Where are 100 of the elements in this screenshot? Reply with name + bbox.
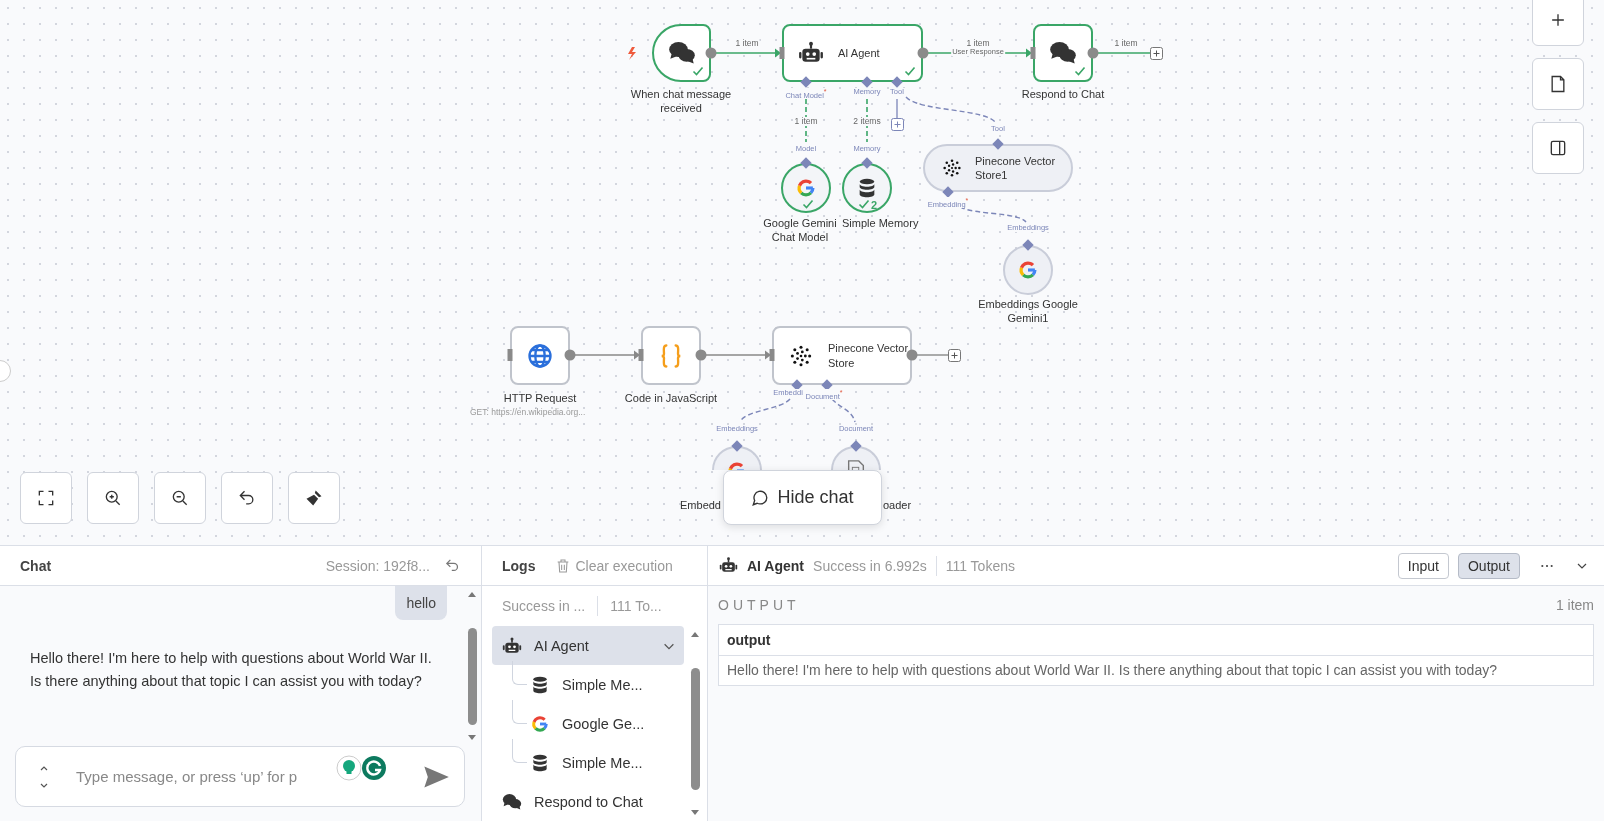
node-label: HTTP Request [502, 391, 578, 406]
connection-line [805, 98, 807, 143]
port-diamond[interactable] [1022, 239, 1034, 251]
document-icon [845, 460, 867, 470]
workflow-node[interactable] [1003, 245, 1053, 295]
hide-chat-button[interactable]: Hide chat [723, 470, 882, 525]
node-name: AI Agent [747, 557, 805, 574]
check-icon [802, 198, 814, 210]
view-tab[interactable]: Output [1457, 552, 1520, 579]
column-header: output [718, 624, 1594, 656]
zoom-out-button[interactable] [154, 472, 206, 524]
sticky-note-button[interactable] [1532, 58, 1584, 110]
connection-line [739, 398, 791, 423]
item-count-label: 1 item [734, 39, 760, 48]
item-count: 1 item [1555, 597, 1594, 613]
port-diamond[interactable] [861, 76, 873, 88]
panel-toggle-button[interactable] [1532, 122, 1584, 174]
port-diamond[interactable] [861, 157, 873, 169]
speech-bubble-icon [751, 488, 770, 507]
message-input[interactable]: Type message, or press ‘up’ for p [76, 768, 326, 785]
connection-line [574, 350, 640, 360]
reset-icon[interactable] [444, 557, 461, 574]
workflow-node[interactable]: Pinecone Vector Store [772, 326, 912, 385]
log-item[interactable]: Respond to Chat [492, 782, 684, 821]
run-count: 2 [871, 199, 878, 211]
user-message: hello [395, 586, 447, 620]
colored-g-icon [530, 713, 550, 734]
output-port[interactable] [906, 349, 918, 361]
input-port[interactable] [638, 349, 644, 361]
workflow-node[interactable] [1033, 24, 1093, 82]
check-icon [692, 65, 704, 77]
connection-line [715, 48, 781, 58]
bot-message: Hello there! I'm here to help with questions about World War II. Is there anything about that topic I can assist you with today? [30, 649, 433, 691]
fit-view-icon [36, 488, 56, 508]
workflow-node[interactable] [510, 326, 570, 385]
input-port[interactable] [1030, 47, 1036, 59]
output-port[interactable] [695, 349, 707, 361]
node-label: Pinecone Vector Store1 [975, 153, 1057, 183]
port-diamond[interactable] [992, 138, 1004, 150]
log-item[interactable]: Google Ge... [492, 704, 684, 743]
workflow-node[interactable] [712, 446, 762, 470]
log-item-label: Simple Me... [562, 676, 643, 693]
port-diamond[interactable] [800, 157, 812, 169]
port-diamond[interactable] [791, 379, 803, 391]
connection-line [896, 98, 898, 119]
node-subtitle: GET: https://en.wikipedia.org... [470, 407, 586, 417]
output-port[interactable] [705, 47, 717, 59]
side-panel-icon [1548, 138, 1568, 158]
connection-line [1097, 52, 1151, 54]
section-title: OUTPUT [718, 597, 800, 613]
log-item-label: Respond to Chat [534, 793, 643, 810]
panel-title: Logs [502, 557, 536, 574]
node-label: Pinecone Vector Store [828, 341, 910, 370]
check-icon [904, 65, 916, 77]
add-node-button[interactable] [891, 118, 904, 131]
log-item[interactable]: Simple Me... [492, 665, 684, 704]
output-port[interactable] [917, 47, 929, 59]
log-item[interactable]: AI Agent [492, 626, 684, 665]
node-label: When chat message received [629, 87, 733, 116]
output-port[interactable] [1087, 47, 1099, 59]
dotted-cluster-icon [941, 157, 963, 179]
input-port[interactable] [507, 349, 513, 361]
panel-title: Chat [20, 557, 52, 574]
workflow-node[interactable] [641, 326, 701, 385]
item-count-label: 1 item [1113, 39, 1139, 48]
port-diamond[interactable] [731, 440, 743, 452]
add-node-button[interactable] [1150, 47, 1163, 60]
node-label: Code in JavaScript [623, 391, 719, 406]
add-node-button[interactable] [948, 349, 961, 362]
input-port[interactable] [769, 349, 775, 361]
zoom-in-icon [103, 488, 123, 508]
table-cell: Hello there! I'm here to help with questions about World War II. Is there anything about that topic I can assist you with today? [718, 655, 1594, 686]
extension-icons[interactable] [336, 755, 388, 781]
tidy-up-button[interactable] [288, 472, 340, 524]
log-item[interactable]: Simple Me... [492, 743, 684, 782]
connection-line [916, 354, 949, 356]
node-label: Embeddings Google Gemini1 [977, 297, 1079, 326]
workflow-node[interactable]: Pinecone Vector Store1 [923, 144, 1073, 192]
port-diamond[interactable] [850, 440, 862, 452]
item-count-label: 1 item [965, 39, 991, 48]
workflow-node[interactable] [831, 446, 881, 470]
workflow-node[interactable] [652, 24, 711, 82]
zoom-in-button[interactable] [87, 472, 139, 524]
log-item-label: AI Agent [534, 637, 589, 654]
database-icon [530, 674, 550, 695]
check-icon [1074, 65, 1086, 77]
workflow-node[interactable]: AI Agent [782, 24, 923, 82]
item-count-label: 2 items [852, 117, 882, 126]
port-diamond[interactable] [891, 76, 903, 88]
view-tab[interactable]: Input [1397, 552, 1449, 579]
input-port[interactable] [779, 47, 785, 59]
globe-icon [526, 341, 554, 370]
connection-line [866, 98, 868, 143]
log-item-label: Simple Me... [562, 754, 643, 771]
workflow-node[interactable] [781, 163, 831, 213]
colored-g-icon [795, 177, 817, 199]
node-label: Google Gemini Chat Model [762, 216, 838, 245]
zoom-out-icon [170, 488, 190, 508]
output-port[interactable] [564, 349, 576, 361]
port-diamond[interactable] [821, 379, 833, 391]
